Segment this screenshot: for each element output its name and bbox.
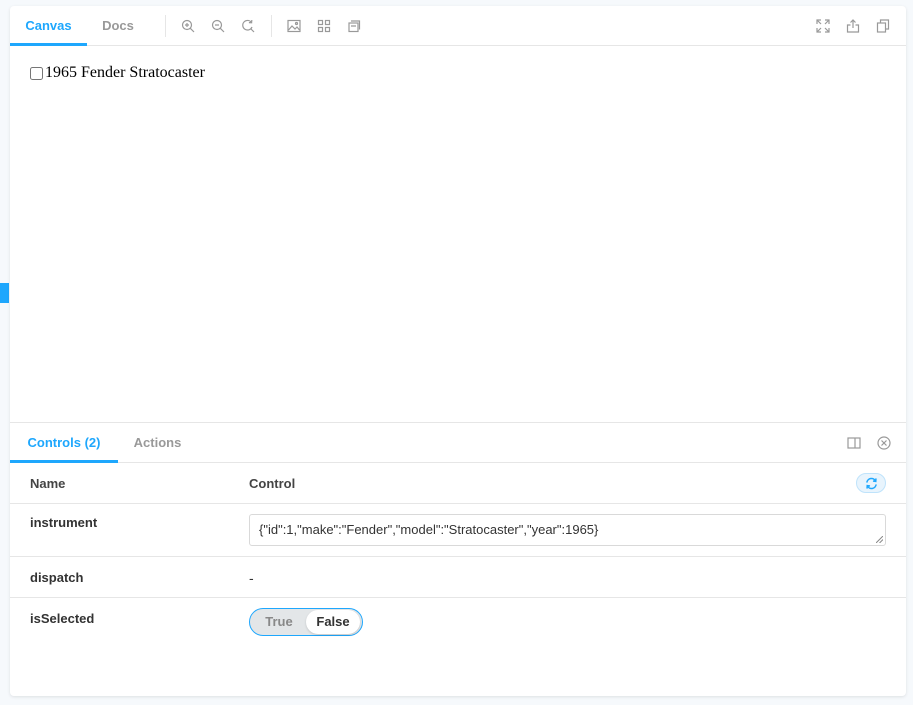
background-icon[interactable] [286,18,302,34]
toolbar-divider [165,15,166,37]
tab-controls[interactable]: Controls (2) [10,423,118,463]
resize-grip-icon[interactable] [876,536,883,543]
refresh-icon [865,477,877,489]
sidebar-resize-handle[interactable] [0,283,9,303]
panel-orientation-icon[interactable] [846,435,862,451]
story-label: 1965 Fender Stratocaster [45,64,205,81]
share-icon[interactable] [845,18,861,34]
tab-canvas[interactable]: Canvas [10,6,87,46]
control-name-instrument: instrument [30,515,98,530]
copy-link-icon[interactable] [875,18,891,34]
table-row: dispatch - [10,557,906,598]
column-header-control: Control [249,476,296,491]
dispatch-value: - [249,570,254,586]
fullscreen-icon[interactable] [815,18,831,34]
table-header-row: Name Control [10,463,906,504]
controls-table: Name Control instrument {"id":1,"make":"… [10,463,906,643]
table-row: instrument {"id":1,"make":"Fender","mode… [10,504,906,557]
table-row: isSelected True False [10,598,906,643]
addons-tabbar: Controls (2) Actions [10,423,906,463]
control-name-dispatch: dispatch [30,570,84,585]
story-canvas: 1965 Fender Stratocaster [10,46,906,422]
instrument-json-editor[interactable]: {"id":1,"make":"Fender","model":"Stratoc… [249,514,886,546]
story-checkbox[interactable] [30,66,43,80]
outline-icon[interactable] [346,18,362,34]
toggle-option-true[interactable]: True [252,610,306,634]
control-name-isselected: isSelected [30,611,95,626]
tab-actions[interactable]: Actions [118,423,197,462]
column-header-name: Name [30,476,66,491]
toggle-option-false[interactable]: False [306,610,360,634]
zoom-out-icon[interactable] [210,18,226,34]
instrument-json-value: {"id":1,"make":"Fender","model":"Stratoc… [259,522,599,537]
addons-panel: Controls (2) Actions Name Control instru… [10,422,906,696]
zoom-in-icon[interactable] [180,18,196,34]
close-panel-icon[interactable] [876,435,892,451]
isselected-boolean-toggle[interactable]: True False [249,608,363,636]
tab-docs[interactable]: Docs [87,6,149,45]
grid-icon[interactable] [316,18,332,34]
zoom-reset-icon[interactable] [240,18,256,34]
reset-controls-button[interactable] [856,473,886,493]
story-item[interactable]: 1965 Fender Stratocaster [30,64,205,82]
storybook-preview-panel: Canvas Docs 1965 Fender Stratocaster Con… [10,6,906,696]
preview-toolbar: Canvas Docs [10,6,906,46]
toolbar-divider [271,15,272,37]
